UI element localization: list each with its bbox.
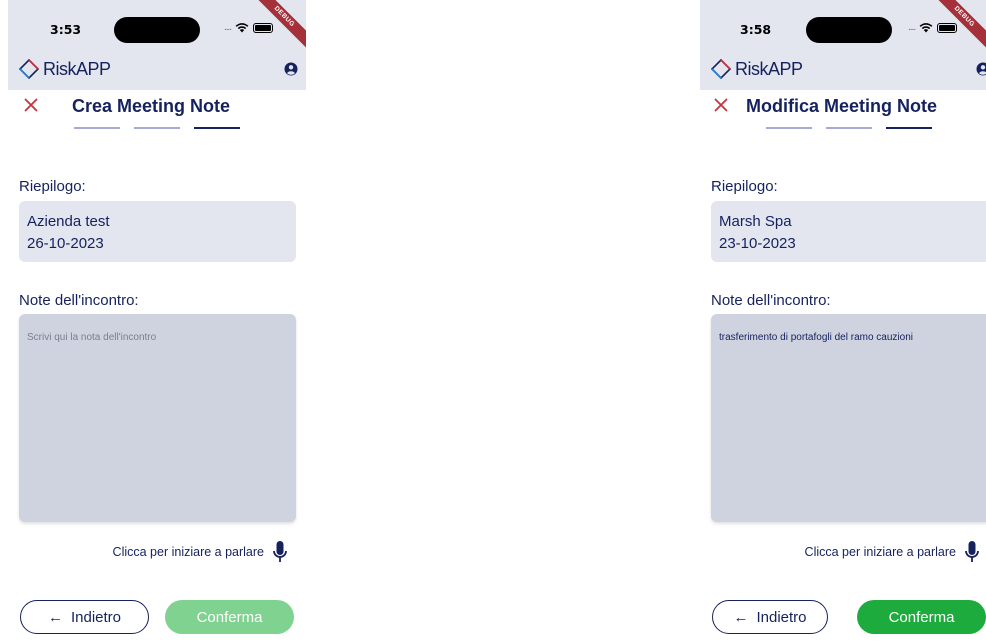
close-icon[interactable]	[714, 98, 728, 112]
voice-input-label: Clicca per iniziare a parlare	[112, 545, 264, 559]
summary-box: Marsh Spa 23-10-2023	[711, 201, 986, 262]
debug-banner: DEBUG	[926, 0, 986, 60]
app-name: RiskAPP	[43, 58, 111, 79]
summary-company: Marsh Spa	[719, 213, 792, 230]
summary-company: Azienda test	[27, 213, 110, 230]
arrow-left-icon: ←	[47, 608, 63, 626]
summary-label: Riepilogo:	[711, 178, 778, 195]
microphone-icon[interactable]	[964, 540, 980, 564]
page-title: Crea Meeting Note	[72, 96, 231, 116]
summary-label: Riepilogo:	[19, 178, 86, 195]
step-3	[194, 127, 240, 129]
phone-screen-edit: 3:58 .... DEBUG RiskAPP Modifica Meeting…	[700, 0, 986, 644]
step-1	[766, 127, 812, 129]
summary-date: 26-10-2023	[27, 235, 104, 252]
back-button[interactable]: ← Indietro	[20, 600, 149, 634]
status-bar: 3:58 .... DEBUG	[700, 0, 986, 56]
step-2	[826, 127, 872, 129]
step-3	[886, 127, 932, 129]
back-button[interactable]: ← Indietro	[712, 600, 828, 634]
page-title: Modifica Meeting Note	[746, 96, 938, 116]
signal-dots-icon: ....	[908, 22, 916, 33]
step-2	[134, 127, 180, 129]
signal-dots-icon: ....	[224, 22, 232, 33]
step-indicator	[74, 127, 240, 129]
step-indicator	[766, 127, 932, 129]
voice-input-row[interactable]: Clicca per iniziare a parlare	[113, 540, 288, 564]
notes-label: Note dell'incontro:	[19, 292, 139, 309]
confirm-button[interactable]: Conferma	[857, 600, 986, 634]
dynamic-island	[114, 17, 200, 43]
app-header: RiskAPP	[8, 56, 306, 90]
app-logo: RiskAPP	[18, 58, 111, 80]
notes-label: Note dell'incontro:	[711, 292, 831, 309]
app-name: RiskAPP	[735, 58, 803, 79]
dynamic-island	[806, 17, 892, 43]
app-header: RiskAPP	[700, 56, 986, 90]
summary-date: 23-10-2023	[719, 235, 796, 252]
app-logo: RiskAPP	[710, 58, 803, 80]
notes-placeholder: Scrivi qui la nota dell'incontro	[27, 332, 157, 343]
riskapp-logo-icon	[18, 58, 40, 80]
phone-screen-create: 3:53 .... DEBUG RiskAPP Crea Meeting Not…	[8, 0, 306, 644]
microphone-icon[interactable]	[272, 540, 288, 564]
status-bar: 3:53 .... DEBUG	[8, 0, 306, 56]
notes-textarea[interactable]: trasferimento di portafogli del ramo cau…	[711, 314, 986, 522]
status-time: 3:58	[740, 22, 772, 37]
voice-input-row[interactable]: Clicca per iniziare a parlare	[805, 540, 980, 564]
riskapp-logo-icon	[710, 58, 732, 80]
arrow-left-icon: ←	[733, 608, 749, 626]
notes-value: trasferimento di portafogli del ramo cau…	[719, 332, 913, 343]
step-1	[74, 127, 120, 129]
summary-box: Azienda test 26-10-2023	[19, 201, 296, 262]
notes-textarea[interactable]: Scrivi qui la nota dell'incontro	[19, 314, 296, 522]
confirm-button-disabled[interactable]: Conferma	[165, 600, 294, 634]
account-icon[interactable]	[976, 62, 986, 76]
debug-banner: DEBUG	[246, 0, 306, 60]
voice-input-label: Clicca per iniziare a parlare	[804, 545, 956, 559]
account-icon[interactable]	[284, 62, 298, 76]
close-icon[interactable]	[24, 98, 38, 112]
status-time: 3:53	[50, 22, 82, 37]
